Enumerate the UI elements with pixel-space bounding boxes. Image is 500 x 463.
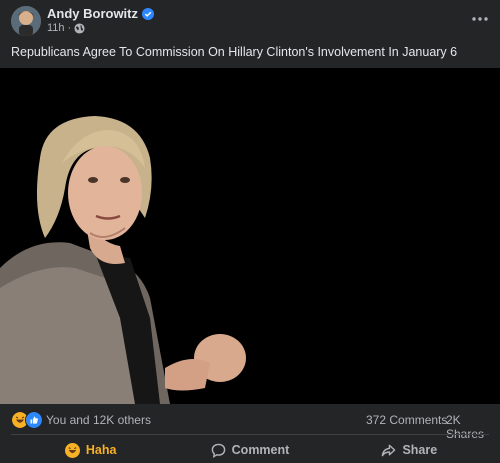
post-meta: 11h · xyxy=(47,22,85,34)
share-icon xyxy=(382,444,396,456)
reaction-icons[interactable] xyxy=(11,411,43,429)
post-photo[interactable] xyxy=(0,68,500,404)
author-name-row: Andy Borowitz xyxy=(47,6,154,21)
haha-reaction-button[interactable]: Haha xyxy=(11,437,170,463)
haha-button-label: Haha xyxy=(85,443,117,457)
reactions-bar: You and 12K others 372 Comments 2K Share… xyxy=(0,408,500,441)
post-header: Andy Borowitz 11h · xyxy=(0,0,500,40)
share-button-label: Share xyxy=(402,443,438,457)
comment-button[interactable]: Comment xyxy=(170,437,329,463)
more-options-button[interactable] xyxy=(470,9,490,29)
author-avatar[interactable] xyxy=(11,6,41,36)
globe-icon[interactable] xyxy=(74,22,85,34)
like-reaction-icon xyxy=(25,411,43,429)
verified-badge-icon xyxy=(142,7,154,20)
actions-divider xyxy=(11,434,489,435)
comments-count[interactable]: 372 Comments xyxy=(366,413,447,427)
meta-separator: · xyxy=(67,22,72,34)
reactions-summary[interactable]: You and 12K others xyxy=(46,413,151,427)
post-caption: Republicans Agree To Commission On Hilla… xyxy=(11,45,458,59)
haha-button-icon xyxy=(64,442,80,458)
share-button[interactable]: Share xyxy=(330,437,489,463)
post-timestamp[interactable]: 11h xyxy=(47,22,65,34)
author-name[interactable]: Andy Borowitz xyxy=(47,6,138,21)
post-actions: Haha Comment Share xyxy=(11,437,489,463)
more-options-icon xyxy=(472,17,488,21)
comment-button-label: Comment xyxy=(231,443,290,457)
comment-icon xyxy=(211,443,225,458)
